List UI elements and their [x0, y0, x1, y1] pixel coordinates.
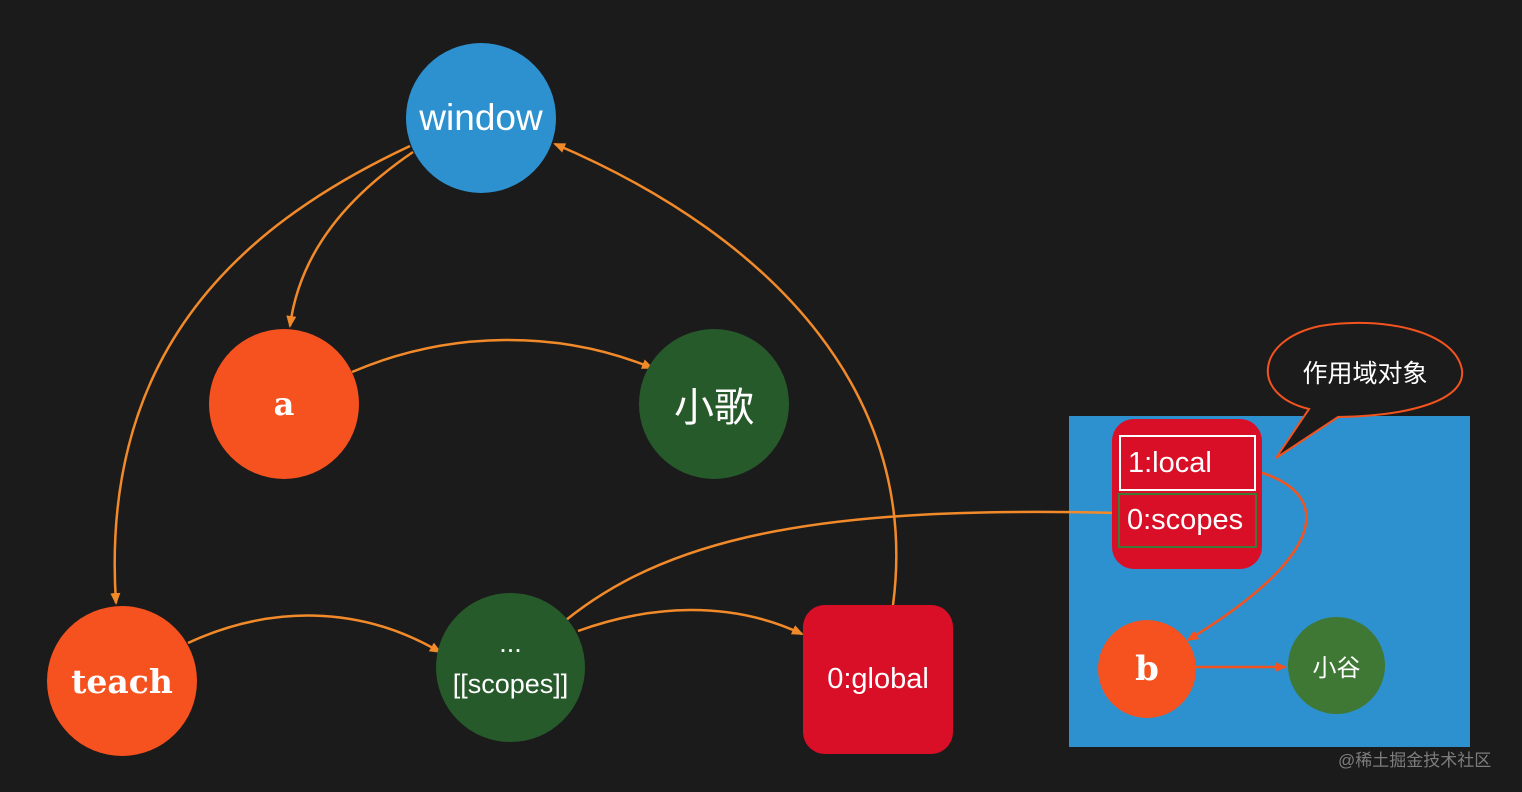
node-global[interactable]: 0:global — [803, 605, 953, 754]
node-global-label: 0:global — [827, 663, 929, 695]
node-a-label: a — [273, 385, 295, 423]
node-scopes-label: [[scopes]] — [452, 668, 569, 699]
edge-a-to-xiaoge — [351, 338, 654, 374]
node-xiaogu[interactable]: 小谷 — [1288, 617, 1385, 714]
node-window[interactable]: window — [406, 43, 556, 193]
callout-label: 作用域对象 — [1302, 359, 1428, 388]
node-b[interactable]: b — [1098, 620, 1196, 718]
node-teach[interactable]: teach — [47, 606, 197, 756]
node-xiaogu-label: 小谷 — [1312, 654, 1361, 682]
scope-slot-scopes-label: 0:scopes — [1127, 504, 1244, 536]
node-b-label: b — [1135, 649, 1159, 689]
edge-teach-to-scopes — [187, 614, 442, 654]
edge-window-to-a — [286, 150, 414, 328]
node-xiaoge-label: 小歌 — [674, 385, 754, 431]
node-a[interactable]: a — [209, 329, 359, 479]
scope-slot-local[interactable]: 1:local — [1119, 435, 1256, 491]
edge-scopes-to-global — [577, 608, 804, 636]
node-window-label: window — [419, 97, 543, 138]
node-xiaoge[interactable]: 小歌 — [639, 329, 789, 479]
callout-text: 作用域对象 — [1275, 350, 1455, 394]
watermark: @稀土掘金技术社区 — [1338, 751, 1492, 770]
scope-slot-local-label: 1:local — [1128, 446, 1212, 479]
node-scopes-object[interactable]: ... [[scopes]] — [436, 593, 585, 742]
scope-slot-scopes[interactable]: 0:scopes — [1118, 493, 1257, 548]
node-scopes-dots: ... — [499, 628, 522, 659]
node-teach-label: teach — [71, 661, 173, 701]
